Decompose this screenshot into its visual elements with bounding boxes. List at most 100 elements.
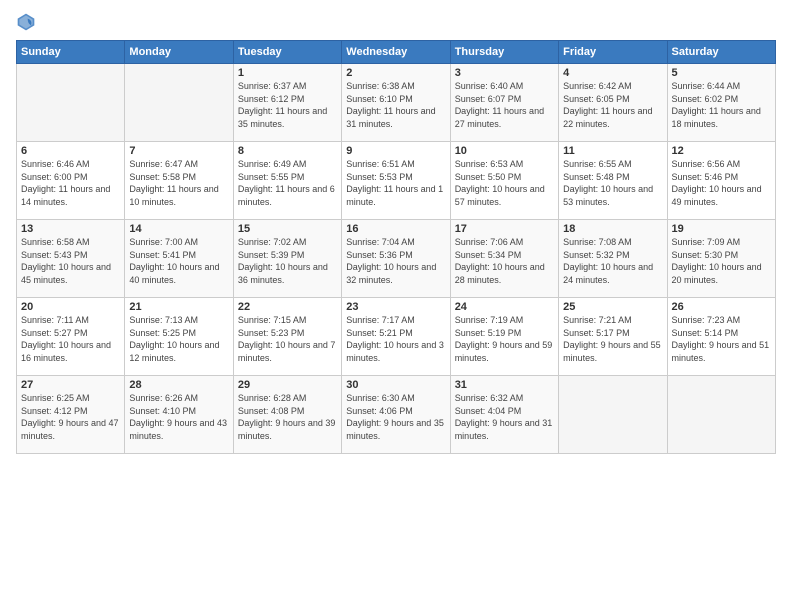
day-number: 5 <box>672 67 771 79</box>
day-info: Sunrise: 6:32 AM Sunset: 4:04 PM Dayligh… <box>455 392 554 442</box>
calendar-cell: 16Sunrise: 7:04 AM Sunset: 5:36 PM Dayli… <box>342 220 450 298</box>
calendar-cell: 26Sunrise: 7:23 AM Sunset: 5:14 PM Dayli… <box>667 298 775 376</box>
calendar-cell: 13Sunrise: 6:58 AM Sunset: 5:43 PM Dayli… <box>17 220 125 298</box>
day-number: 8 <box>238 145 337 157</box>
calendar-cell: 14Sunrise: 7:00 AM Sunset: 5:41 PM Dayli… <box>125 220 233 298</box>
day-info: Sunrise: 6:26 AM Sunset: 4:10 PM Dayligh… <box>129 392 228 442</box>
week-row-1: 1Sunrise: 6:37 AM Sunset: 6:12 PM Daylig… <box>17 64 776 142</box>
day-info: Sunrise: 6:53 AM Sunset: 5:50 PM Dayligh… <box>455 158 554 208</box>
calendar-cell: 4Sunrise: 6:42 AM Sunset: 6:05 PM Daylig… <box>559 64 667 142</box>
calendar-cell: 28Sunrise: 6:26 AM Sunset: 4:10 PM Dayli… <box>125 376 233 454</box>
day-info: Sunrise: 7:11 AM Sunset: 5:27 PM Dayligh… <box>21 314 120 364</box>
day-number: 11 <box>563 145 662 157</box>
weekday-header-monday: Monday <box>125 41 233 64</box>
calendar-cell: 27Sunrise: 6:25 AM Sunset: 4:12 PM Dayli… <box>17 376 125 454</box>
day-number: 29 <box>238 379 337 391</box>
day-number: 4 <box>563 67 662 79</box>
calendar-cell: 20Sunrise: 7:11 AM Sunset: 5:27 PM Dayli… <box>17 298 125 376</box>
day-number: 3 <box>455 67 554 79</box>
day-number: 7 <box>129 145 228 157</box>
day-number: 13 <box>21 223 120 235</box>
weekday-header-wednesday: Wednesday <box>342 41 450 64</box>
calendar-cell: 21Sunrise: 7:13 AM Sunset: 5:25 PM Dayli… <box>125 298 233 376</box>
day-number: 30 <box>346 379 445 391</box>
week-row-4: 20Sunrise: 7:11 AM Sunset: 5:27 PM Dayli… <box>17 298 776 376</box>
day-info: Sunrise: 6:49 AM Sunset: 5:55 PM Dayligh… <box>238 158 337 208</box>
week-row-2: 6Sunrise: 6:46 AM Sunset: 6:00 PM Daylig… <box>17 142 776 220</box>
day-info: Sunrise: 6:38 AM Sunset: 6:10 PM Dayligh… <box>346 80 445 130</box>
day-number: 16 <box>346 223 445 235</box>
day-info: Sunrise: 6:37 AM Sunset: 6:12 PM Dayligh… <box>238 80 337 130</box>
calendar-cell: 3Sunrise: 6:40 AM Sunset: 6:07 PM Daylig… <box>450 64 558 142</box>
calendar-cell: 9Sunrise: 6:51 AM Sunset: 5:53 PM Daylig… <box>342 142 450 220</box>
weekday-header-sunday: Sunday <box>17 41 125 64</box>
day-number: 21 <box>129 301 228 313</box>
day-info: Sunrise: 6:28 AM Sunset: 4:08 PM Dayligh… <box>238 392 337 442</box>
calendar-cell: 6Sunrise: 6:46 AM Sunset: 6:00 PM Daylig… <box>17 142 125 220</box>
week-row-5: 27Sunrise: 6:25 AM Sunset: 4:12 PM Dayli… <box>17 376 776 454</box>
calendar-cell: 29Sunrise: 6:28 AM Sunset: 4:08 PM Dayli… <box>233 376 341 454</box>
day-info: Sunrise: 6:58 AM Sunset: 5:43 PM Dayligh… <box>21 236 120 286</box>
day-info: Sunrise: 7:19 AM Sunset: 5:19 PM Dayligh… <box>455 314 554 364</box>
calendar-cell: 5Sunrise: 6:44 AM Sunset: 6:02 PM Daylig… <box>667 64 775 142</box>
weekday-header-friday: Friday <box>559 41 667 64</box>
day-info: Sunrise: 6:56 AM Sunset: 5:46 PM Dayligh… <box>672 158 771 208</box>
day-info: Sunrise: 6:40 AM Sunset: 6:07 PM Dayligh… <box>455 80 554 130</box>
calendar-cell: 12Sunrise: 6:56 AM Sunset: 5:46 PM Dayli… <box>667 142 775 220</box>
day-number: 10 <box>455 145 554 157</box>
calendar-cell: 8Sunrise: 6:49 AM Sunset: 5:55 PM Daylig… <box>233 142 341 220</box>
day-number: 15 <box>238 223 337 235</box>
calendar-page: SundayMondayTuesdayWednesdayThursdayFrid… <box>0 0 792 612</box>
calendar-cell: 19Sunrise: 7:09 AM Sunset: 5:30 PM Dayli… <box>667 220 775 298</box>
weekday-header-thursday: Thursday <box>450 41 558 64</box>
calendar-cell: 10Sunrise: 6:53 AM Sunset: 5:50 PM Dayli… <box>450 142 558 220</box>
day-number: 14 <box>129 223 228 235</box>
day-number: 27 <box>21 379 120 391</box>
calendar-cell: 31Sunrise: 6:32 AM Sunset: 4:04 PM Dayli… <box>450 376 558 454</box>
day-info: Sunrise: 6:46 AM Sunset: 6:00 PM Dayligh… <box>21 158 120 208</box>
day-number: 31 <box>455 379 554 391</box>
day-info: Sunrise: 7:06 AM Sunset: 5:34 PM Dayligh… <box>455 236 554 286</box>
day-info: Sunrise: 7:09 AM Sunset: 5:30 PM Dayligh… <box>672 236 771 286</box>
calendar-cell: 25Sunrise: 7:21 AM Sunset: 5:17 PM Dayli… <box>559 298 667 376</box>
day-info: Sunrise: 6:30 AM Sunset: 4:06 PM Dayligh… <box>346 392 445 442</box>
calendar-cell: 2Sunrise: 6:38 AM Sunset: 6:10 PM Daylig… <box>342 64 450 142</box>
calendar-cell: 1Sunrise: 6:37 AM Sunset: 6:12 PM Daylig… <box>233 64 341 142</box>
day-number: 6 <box>21 145 120 157</box>
day-info: Sunrise: 7:00 AM Sunset: 5:41 PM Dayligh… <box>129 236 228 286</box>
day-number: 28 <box>129 379 228 391</box>
logo <box>16 12 40 32</box>
day-info: Sunrise: 7:21 AM Sunset: 5:17 PM Dayligh… <box>563 314 662 364</box>
day-number: 20 <box>21 301 120 313</box>
day-number: 17 <box>455 223 554 235</box>
weekday-header-saturday: Saturday <box>667 41 775 64</box>
calendar-cell: 30Sunrise: 6:30 AM Sunset: 4:06 PM Dayli… <box>342 376 450 454</box>
day-info: Sunrise: 7:08 AM Sunset: 5:32 PM Dayligh… <box>563 236 662 286</box>
calendar-cell: 15Sunrise: 7:02 AM Sunset: 5:39 PM Dayli… <box>233 220 341 298</box>
calendar-cell <box>559 376 667 454</box>
day-info: Sunrise: 6:44 AM Sunset: 6:02 PM Dayligh… <box>672 80 771 130</box>
day-info: Sunrise: 6:51 AM Sunset: 5:53 PM Dayligh… <box>346 158 445 208</box>
day-number: 26 <box>672 301 771 313</box>
calendar-cell: 17Sunrise: 7:06 AM Sunset: 5:34 PM Dayli… <box>450 220 558 298</box>
day-number: 2 <box>346 67 445 79</box>
day-number: 22 <box>238 301 337 313</box>
day-number: 9 <box>346 145 445 157</box>
logo-icon <box>16 12 36 32</box>
day-number: 19 <box>672 223 771 235</box>
day-info: Sunrise: 7:02 AM Sunset: 5:39 PM Dayligh… <box>238 236 337 286</box>
day-info: Sunrise: 7:15 AM Sunset: 5:23 PM Dayligh… <box>238 314 337 364</box>
calendar-cell: 7Sunrise: 6:47 AM Sunset: 5:58 PM Daylig… <box>125 142 233 220</box>
calendar-table: SundayMondayTuesdayWednesdayThursdayFrid… <box>16 40 776 454</box>
day-number: 25 <box>563 301 662 313</box>
header <box>16 12 776 32</box>
day-info: Sunrise: 7:04 AM Sunset: 5:36 PM Dayligh… <box>346 236 445 286</box>
day-number: 12 <box>672 145 771 157</box>
day-number: 18 <box>563 223 662 235</box>
calendar-cell: 22Sunrise: 7:15 AM Sunset: 5:23 PM Dayli… <box>233 298 341 376</box>
day-info: Sunrise: 7:13 AM Sunset: 5:25 PM Dayligh… <box>129 314 228 364</box>
calendar-cell <box>17 64 125 142</box>
calendar-cell <box>667 376 775 454</box>
day-number: 23 <box>346 301 445 313</box>
weekday-header-tuesday: Tuesday <box>233 41 341 64</box>
